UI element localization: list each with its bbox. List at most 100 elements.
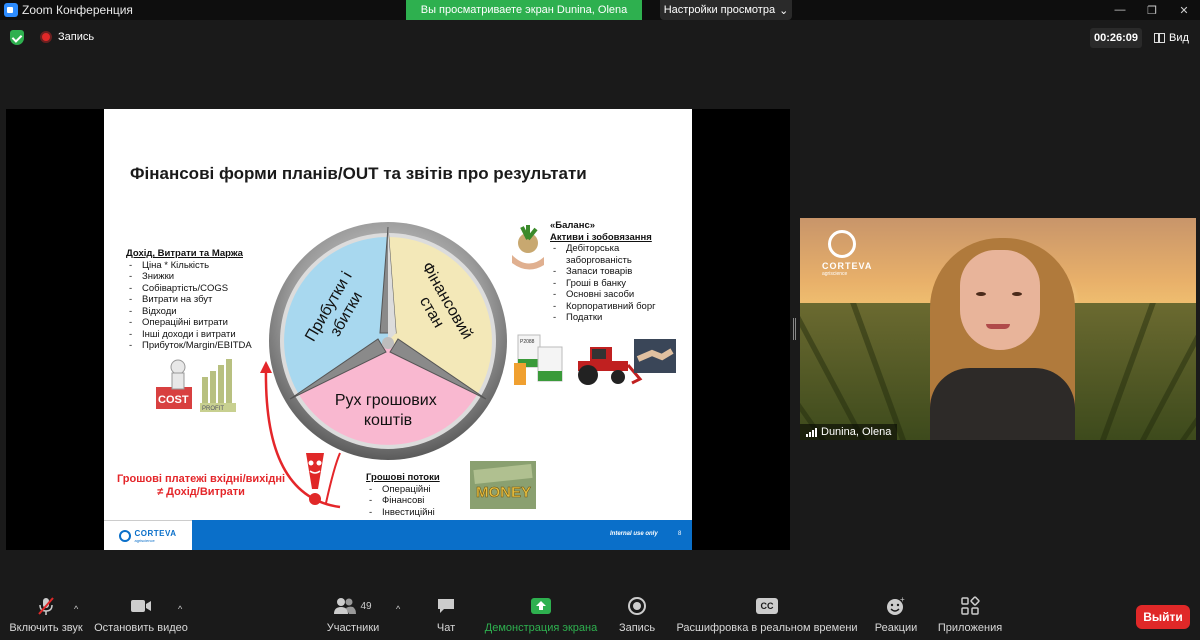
segment-cash-line-2: коштів [364, 412, 412, 429]
share-screen-label: Демонстрация экрана [484, 622, 598, 634]
minimize-button[interactable]: — [1104, 0, 1136, 20]
corteva-logo: CORTEVA agriscience [119, 529, 176, 543]
list-item: Відходи [126, 306, 276, 318]
leave-button[interactable]: Выйти [1136, 605, 1190, 629]
meeting-timer: 00:26:09 [1090, 28, 1142, 48]
panel-resize-handle[interactable] [793, 318, 796, 340]
share-screen-icon [530, 596, 552, 616]
participant-name: Dunina, Olena [821, 426, 892, 438]
chat-label: Чат [436, 622, 456, 634]
recording-label: Запись [58, 31, 95, 43]
chat-button[interactable]: Чат [426, 596, 466, 640]
corteva-logo-icon [828, 230, 856, 258]
reactions-label: Реакции [874, 622, 918, 634]
balance-subheader: Активи і зобовязання [550, 231, 652, 243]
balance-block: «Баланс» Активи і зобовязання Дебіторськ… [550, 220, 680, 324]
income-list: Ціна * Кількість Знижки Собівартість/COG… [126, 260, 276, 352]
zoom-app-icon [4, 3, 18, 17]
view-label: Вид [1169, 32, 1189, 44]
close-icon: ✕ [1179, 4, 1189, 17]
footer-logo-sub: agriscience [134, 537, 155, 543]
record-icon [40, 31, 52, 43]
restore-button[interactable]: ❐ [1136, 0, 1168, 20]
signal-strength-icon [806, 427, 817, 437]
live-transcript-label: Расшифровка в реальном времени [676, 622, 858, 634]
list-item: Ціна * Кількість [126, 260, 276, 272]
reactions-button[interactable]: + Реакции [872, 596, 920, 640]
stop-video-button[interactable]: Остановить видео [94, 596, 188, 640]
view-button[interactable]: Вид [1154, 28, 1189, 48]
seed-bags-picture: P2088 [514, 334, 563, 385]
record-label: Запись [618, 622, 656, 634]
restore-icon: ❐ [1147, 4, 1157, 17]
participants-label: Участники [326, 622, 380, 634]
balance-list: Дебіторська заборгованість Запаси товарі… [550, 243, 680, 324]
cost-profit-figure: PROFIT COST [156, 359, 236, 412]
meeting-toolbar: Включить звук ^ Остановить видео ^ 49 Уч… [0, 590, 1200, 640]
footer-logo-text: CORTEVA [134, 528, 177, 538]
grid-view-icon [1154, 33, 1165, 43]
participant-face [960, 250, 1040, 350]
mic-muted-icon [36, 596, 56, 616]
participant-name-tag: Dunina, Olena [800, 424, 898, 440]
participant-video-tile[interactable]: CORTEVA agriscience Dunina, Olena [800, 218, 1196, 440]
audio-options-caret[interactable]: ^ [74, 604, 84, 614]
participants-options-caret[interactable]: ^ [396, 604, 406, 614]
footer-page-number: 8 [678, 531, 682, 537]
record-button[interactable]: Запись [614, 596, 660, 640]
list-item: Витрати на збут [126, 294, 276, 306]
apps-icon [960, 596, 980, 616]
minimize-icon: — [1114, 4, 1126, 16]
slide-footer: CORTEVA agriscience Internal use only 8 [104, 520, 692, 550]
income-header: Дохід, Витрати та Маржа [126, 248, 243, 259]
profit-text: PROFIT [202, 406, 224, 412]
smiley-icon: + [886, 596, 906, 616]
video-corteva-logo: CORTEVA agriscience [822, 230, 872, 277]
participants-count: 49 [360, 600, 372, 612]
handshake-picture [634, 339, 676, 373]
participants-button[interactable]: 49 Участники [322, 596, 384, 640]
participant-eye [976, 292, 986, 296]
close-button[interactable]: ✕ [1168, 0, 1200, 20]
unmute-label: Включить звук [9, 622, 83, 634]
corteva-logo-icon [119, 529, 132, 542]
bag-text: P2088 [520, 339, 535, 345]
chat-icon [436, 596, 456, 616]
zoom-window: Zoom Конференция Вы просматриваете экран… [0, 0, 1200, 640]
cash-header: Грошові потоки [366, 472, 440, 483]
share-screen-button[interactable]: Демонстрация экрана [484, 596, 598, 640]
svg-text:+: + [900, 596, 905, 604]
recording-indicator[interactable]: Запись [36, 28, 102, 46]
wheel-hub [382, 337, 394, 349]
shared-screen[interactable]: Фінансові форми планів/OUT та звітів про… [6, 109, 790, 550]
list-item: Прибуток/Margin/EBITDA [126, 340, 276, 352]
slide-title: Фінансові форми планів/OUT та звітів про… [130, 164, 587, 183]
income-block: Дохід, Витрати та Маржа Ціна * Кількість… [126, 248, 276, 352]
list-item: Інші доходи і витрати [126, 329, 276, 341]
plant-hand-picture [512, 225, 544, 270]
stop-video-label: Остановить видео [94, 622, 188, 634]
apps-label: Приложения [937, 622, 1003, 634]
presentation-slide: Фінансові форми планів/OUT та звітів про… [104, 109, 692, 550]
screen-share-banner: Вы просматриваете экран Dunina, Olena [406, 0, 642, 20]
apps-button[interactable]: Приложения [936, 596, 1004, 640]
balance-header: «Баланс» [550, 220, 596, 231]
shield-icon[interactable] [10, 30, 24, 45]
window-controls: — ❐ ✕ [1104, 0, 1200, 20]
view-settings-button[interactable]: Настройки просмотра ⌄ [660, 0, 792, 20]
participant-eye [1012, 292, 1022, 296]
cost-text: COST [158, 394, 189, 406]
list-item: Запаси товарів [550, 266, 680, 278]
unmute-button[interactable]: Включить звук [8, 596, 84, 640]
list-item: Основні засоби [550, 289, 680, 301]
live-transcript-button[interactable]: CC Расшифровка в реальном времени [676, 596, 858, 640]
record-icon [627, 596, 647, 616]
meeting-top-row: Запись 00:26:09 Вид [0, 24, 1200, 50]
view-settings-label: Настройки просмотра [663, 4, 776, 16]
participants-icon: 49 [334, 596, 372, 616]
video-options-caret[interactable]: ^ [178, 604, 188, 614]
footer-internal-label: Internal use only [610, 531, 658, 537]
cash-block: Грошові потоки Операційні Фінансові Інве… [366, 472, 486, 518]
exclamation-mascot [306, 453, 324, 505]
list-item: Операційні [366, 484, 486, 496]
